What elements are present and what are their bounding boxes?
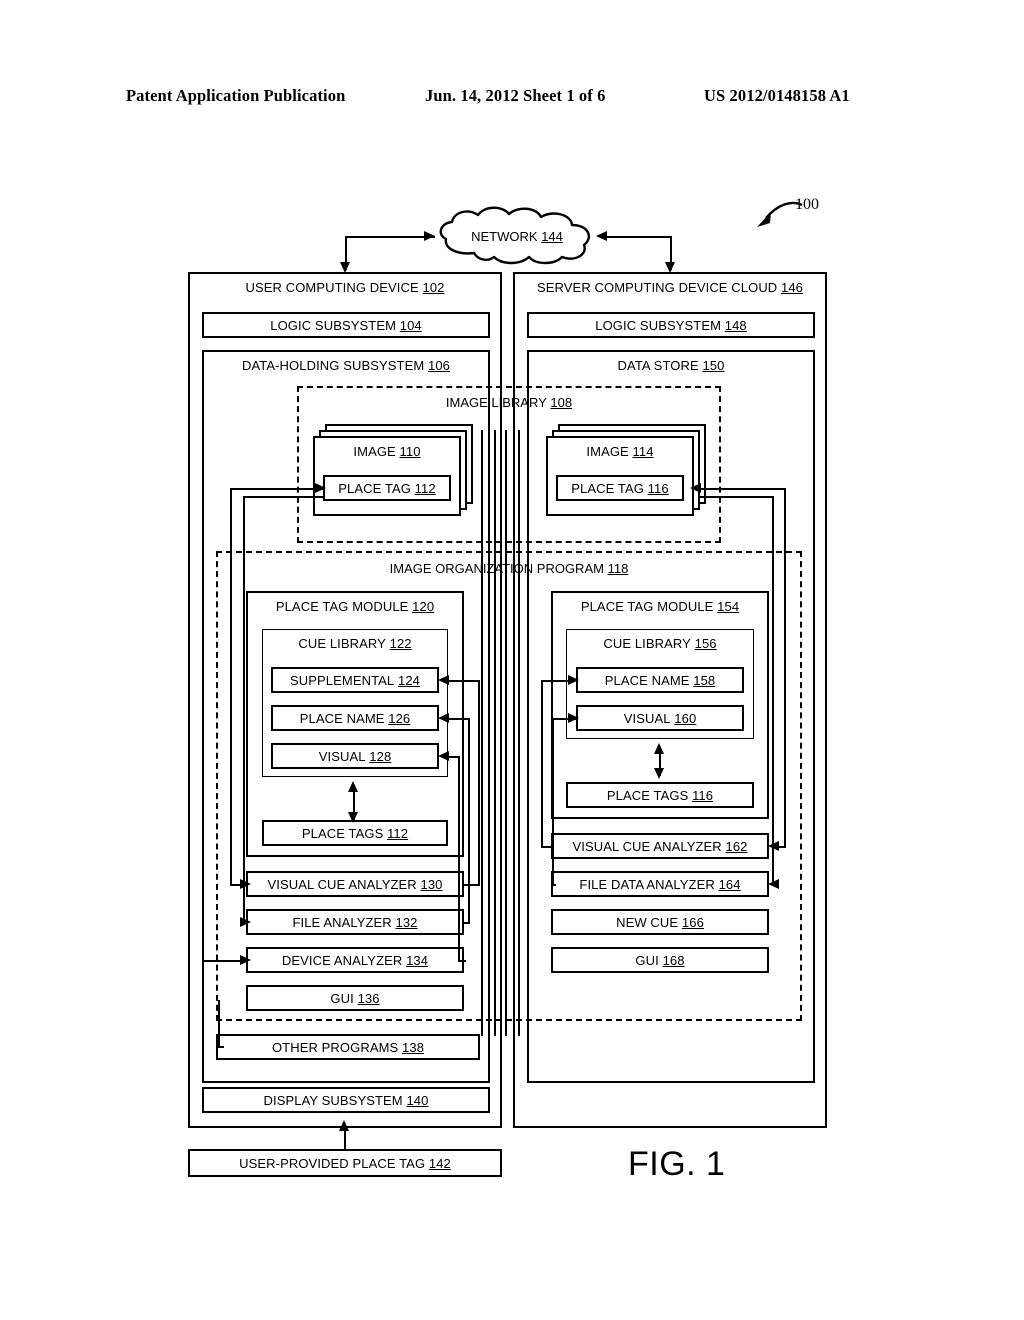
fda164-in-arrowhead-icon [768,879,779,889]
network-right-arrowhead-icon [596,231,607,241]
user-tag-arrowhead-icon [339,1120,349,1131]
network-left-line-h [345,236,435,238]
cue-library-up-arrowhead-icon [348,781,358,792]
gui-136-box: GUI 136 [246,985,464,1011]
visual-cue-analyzer-130-box: VISUAL CUE ANALYZER 130 [246,871,464,897]
cross-wire-1 [481,430,483,1036]
placetag-112-in-arrowhead-icon [315,483,326,493]
user-computing-device-label: USER COMPUTING DEVICE 102 [245,280,445,295]
image-110-label: IMAGE 110 [353,444,421,459]
place-tags-112-box: PLACE TAGS 112 [262,820,448,846]
wire-130-arrowhead-icon [240,879,251,889]
patent-figure-1: 100 NETWORK 144 USER COMPUTING DEVICE 10… [0,0,1024,1320]
network-label: NETWORK 144 [432,226,602,246]
wire-to-placetag116-v2 [772,496,774,884]
wire-132-arrowhead-icon [240,917,251,927]
wire-otherprograms-h [218,1046,224,1048]
cue-library-156-up-arrowhead-icon [654,743,664,754]
server-cloud-label: SERVER COMPUTING DEVICE CLOUD 146 [536,280,804,295]
supplemental-124-box: SUPPLEMENTAL 124 [271,667,439,693]
display-subsystem-140-box: DISPLAY SUBSYSTEM 140 [202,1087,490,1113]
wire-130-return-h [464,884,480,886]
gui-168-box: GUI 168 [551,947,769,973]
placename-in-arrowhead-icon [438,713,449,723]
wire-130-to-112-h1 [230,488,325,490]
logic-subsystem-104-box: LOGIC SUBSYSTEM 104 [202,312,490,338]
visual-128-box: VISUAL 128 [271,743,439,769]
other-programs-138-box: OTHER PROGRAMS 138 [216,1034,480,1060]
place-tags-116-box: PLACE TAGS 116 [566,782,754,808]
figure-label: FIG. 1 [628,1145,726,1183]
placetag116-in-arrowhead-icon [690,483,701,493]
placetags-116-down-arrowhead-icon [654,768,664,779]
cue-library-122-label: CUE LIBRARY 122 [298,636,412,651]
cross-wire-2 [494,430,496,1036]
place-tag-module-120-label: PLACE TAG MODULE 120 [275,599,435,614]
visual-160-box: VISUAL 160 [576,705,744,731]
image-organization-program-label: IMAGE ORGANIZATION PROGRAM 118 [389,561,629,576]
user-tag-to-display-line [344,1128,346,1150]
place-tag-116-box: PLACE TAG 116 [556,475,684,501]
wire-otherprograms-v [218,1000,220,1047]
place-name-158-box: PLACE NAME 158 [576,667,744,693]
data-holding-subsystem-label: DATA-HOLDING SUBSYSTEM 106 [241,358,450,373]
file-analyzer-132-box: FILE ANALYZER 132 [246,909,464,935]
network-ref: 144 [541,228,563,244]
wire-164-return-h [552,884,556,886]
file-data-analyzer-164-box: FILE DATA ANALYZER 164 [551,871,769,897]
wire-132-return-h [464,922,470,924]
cross-wire-4 [518,430,520,1036]
supplemental-in-arrowhead-icon [438,675,449,685]
network-right-line-h [600,236,672,238]
network-label-text: NETWORK [471,228,538,244]
new-cue-166-box: NEW CUE 166 [551,909,769,935]
wire-134-arrowhead-icon [240,955,251,965]
image-library-label: IMAGE LIBRARY 108 [445,395,573,410]
wire-to-placename-v [468,718,470,922]
place-name-126-box: PLACE NAME 126 [271,705,439,731]
wire-to-supplemental-v [478,680,480,884]
wire-134-return-h [458,960,466,962]
placename158-in-arrowhead-icon [568,675,579,685]
data-store-label: DATA STORE 150 [617,358,725,373]
visual160-in-arrowhead-icon [568,713,579,723]
wire-to-visual160-v [552,718,554,884]
cross-wire-3 [505,430,507,1036]
wire-to-placename158-v [541,680,543,846]
visual-cue-analyzer-162-box: VISUAL CUE ANALYZER 162 [551,833,769,859]
place-tag-module-154-label: PLACE TAG MODULE 154 [580,599,740,614]
device-analyzer-134-box: DEVICE ANALYZER 134 [246,947,464,973]
wire-130-to-112-v [230,488,232,884]
wire-to-placetag116-v [784,488,786,846]
wire-to-visual-v [458,756,460,960]
wire-to-placetag116-h [700,488,786,490]
cue-library-156-label: CUE LIBRARY 156 [603,636,717,651]
wire-132-to-112-v [243,496,245,922]
wire-132-to-112-h1 [243,496,325,498]
user-provided-place-tag-142-box: USER-PROVIDED PLACE TAG 142 [188,1149,502,1177]
system-ref-number: 100 [795,196,819,213]
visual-128-in-arrowhead-icon [438,751,449,761]
logic-subsystem-148-box: LOGIC SUBSYSTEM 148 [527,312,815,338]
place-tag-112-box: PLACE TAG 112 [323,475,451,501]
network-left-arrowhead-icon [424,231,435,241]
wire-to-placetag116-h2 [700,496,774,498]
image-114-label: IMAGE 114 [586,444,654,459]
